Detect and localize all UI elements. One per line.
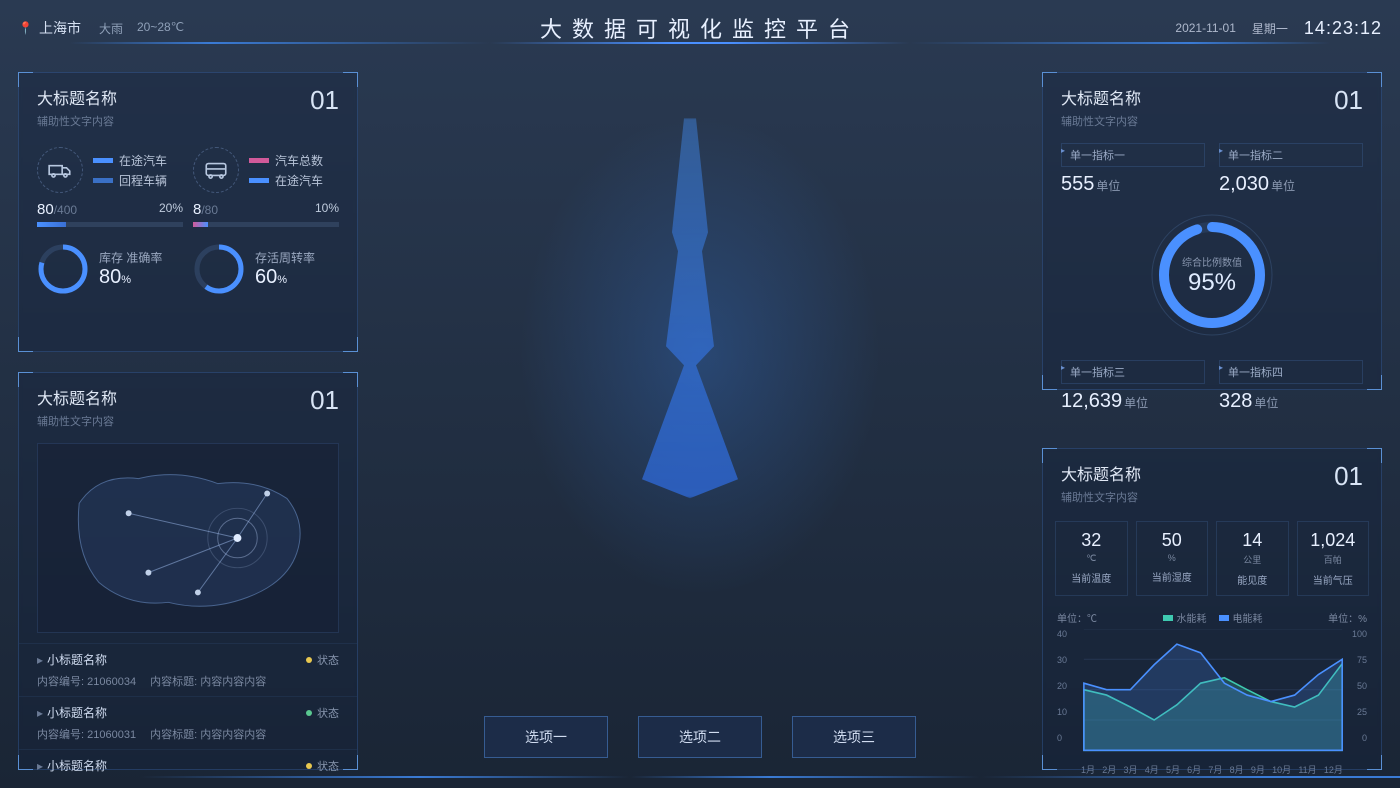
panel1-subtitle: 辅助性文字内容 (37, 113, 117, 129)
ratio-donut-chart: 综合比例数值95% (1147, 210, 1277, 340)
location-pin-icon: 📍 (18, 21, 33, 35)
truck-icon (37, 147, 83, 193)
turnover-rate-gauge: 存活周转率60% (193, 243, 339, 295)
option-1-button[interactable]: 选项一 (484, 716, 608, 758)
map-panel: 大标题名称 辅助性文字内容 01 ▸小标题名称状态 内容编号: 21060034… (18, 372, 358, 770)
panel4-title: 大标题名称 (1061, 461, 1141, 485)
environment-panel: 大标题名称 辅助性文字内容 01 32℃当前温度 50%当前湿度 14公里能见度… (1042, 448, 1382, 770)
china-map[interactable] (37, 443, 339, 633)
env-visibility: 14公里能见度 (1216, 521, 1289, 596)
panel3-title: 大标题名称 (1061, 85, 1141, 109)
bus-icon (193, 147, 239, 193)
y-axis-left: 403020100 (1057, 629, 1081, 743)
metrics-panel: 大标题名称 辅助性文字内容 01 单一指标一555单位 单一指标二2,030单位… (1042, 72, 1382, 390)
panel4-subtitle: 辅助性文字内容 (1061, 489, 1141, 505)
panel2-subtitle: 辅助性文字内容 (37, 413, 117, 429)
list-item[interactable]: ▸小标题名称状态 内容编号: 21060034内容标题: 内容内容内容 (19, 643, 357, 696)
weather-condition: 大雨 (99, 20, 123, 37)
option-3-button[interactable]: 选项三 (792, 716, 916, 758)
datetime-display: 2021-11-01 星期一 14:23:12 (1175, 18, 1382, 39)
energy-chart: 单位：℃ 水能耗 电能耗 单位：% 403020100 1007550250 1… (1043, 606, 1381, 780)
panel1-title: 大标题名称 (37, 85, 117, 109)
panel2-index: 01 (310, 385, 339, 416)
weather-temp: 20~28℃ (137, 20, 184, 37)
vehicle-stats-panel: 大标题名称 辅助性文字内容 01 在途汽车 回程车辆 80/400 20% (18, 72, 358, 352)
panel4-index: 01 (1334, 461, 1363, 492)
x-axis: 1月2月3月4月5月6月7月8月9月10月11月12月 (1057, 759, 1367, 776)
weather-display: 大雨 20~28℃ (99, 20, 184, 37)
option-buttons: 选项一 选项二 选项三 (484, 716, 916, 758)
page-title: 大数据可视化监控平台 (540, 12, 860, 44)
date-text: 2021-11-01 (1175, 21, 1236, 35)
env-pressure: 1,024百帕当前气压 (1297, 521, 1370, 596)
inventory-accuracy-gauge: 库存 准确率80% (37, 243, 183, 295)
time-text: 14:23:12 (1304, 18, 1382, 39)
y-axis-right: 1007550250 (1343, 629, 1367, 743)
list-item[interactable]: ▸小标题名称状态 (19, 749, 357, 781)
panel3-index: 01 (1334, 85, 1363, 116)
panel2-title: 大标题名称 (37, 385, 117, 409)
env-humidity: 50%当前湿度 (1136, 521, 1209, 596)
list-item[interactable]: ▸小标题名称状态 内容编号: 21060031内容标题: 内容内容内容 (19, 696, 357, 749)
weekday-text: 星期一 (1252, 20, 1288, 37)
stat-block-right: 汽车总数 在途汽车 8/80 10% (193, 147, 339, 227)
option-2-button[interactable]: 选项二 (638, 716, 762, 758)
env-temp: 32℃当前温度 (1055, 521, 1128, 596)
panel3-subtitle: 辅助性文字内容 (1061, 113, 1141, 129)
location-text: 上海市 (39, 18, 81, 38)
top-bar: 📍 上海市 大雨 20~28℃ 大数据可视化监控平台 2021-11-01 星期… (0, 8, 1400, 48)
panel1-index: 01 (310, 85, 339, 116)
stat-block-left: 在途汽车 回程车辆 80/400 20% (37, 147, 183, 227)
location-display: 📍 上海市 (18, 18, 81, 38)
